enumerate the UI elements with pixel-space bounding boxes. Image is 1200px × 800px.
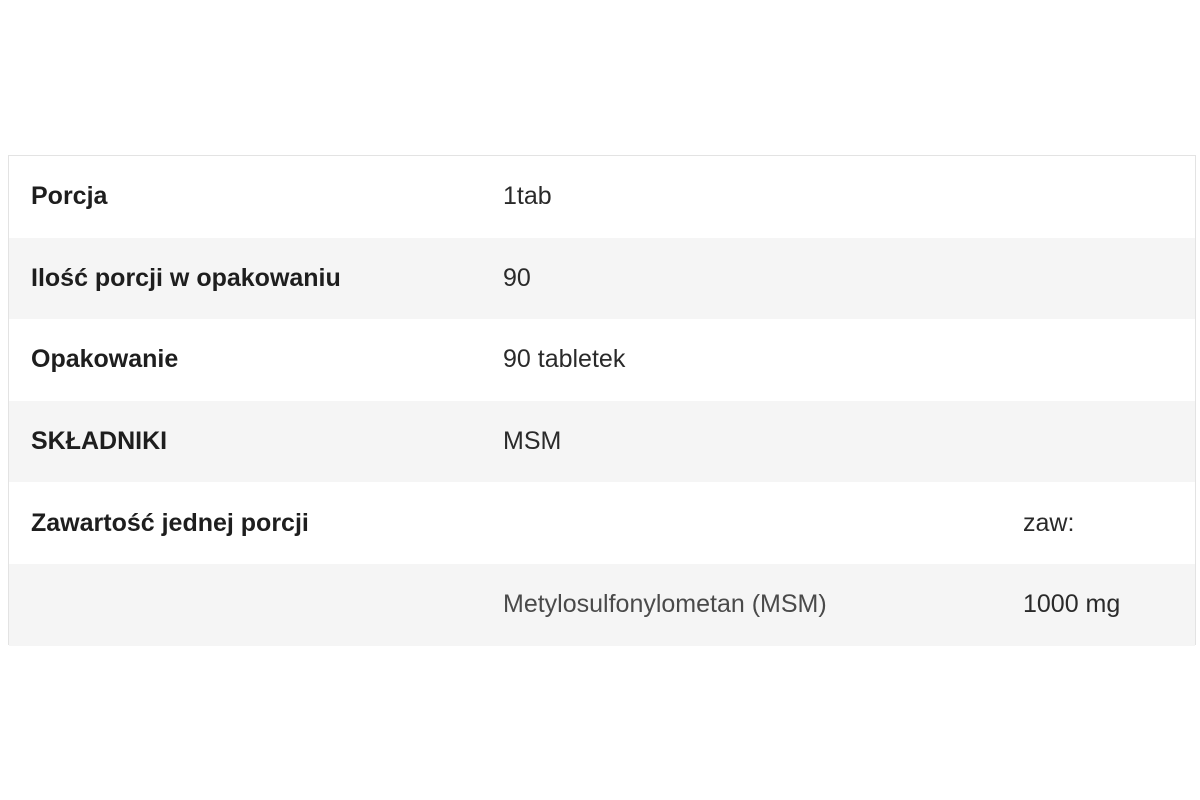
row-label: Porcja: [31, 182, 108, 211]
table-row-porcja: Porcja 1tab: [9, 156, 1195, 238]
row-label: Opakowanie: [31, 345, 179, 374]
table-row-skladniki: SKŁADNIKI MSM: [9, 400, 1195, 483]
row-value: MSM: [503, 427, 562, 456]
table-row-opakowanie: Opakowanie 90 tabletek: [9, 319, 1195, 401]
row-label: Zawartość jednej porcji: [31, 508, 309, 537]
row-value-extra: zaw:: [1023, 508, 1075, 537]
table-row-msm-amount: Metylosulfonylometan (MSM) 1000 mg: [9, 563, 1195, 646]
table-row-ilosc-porcji: Ilość porcji w opakowaniu 90: [9, 237, 1195, 320]
row-value: 1tab: [503, 182, 552, 211]
ingredient-amount: 1000 mg: [1023, 590, 1121, 619]
row-label: Ilość porcji w opakowaniu: [31, 263, 341, 292]
nutrition-info-table: Porcja 1tab Ilość porcji w opakowaniu 90…: [8, 155, 1196, 646]
row-value: 90: [503, 263, 531, 292]
ingredient-name: Metylosulfonylometan (MSM): [503, 590, 827, 619]
table-row-zawartosc: Zawartość jednej porcji zaw:: [9, 482, 1195, 564]
row-label: SKŁADNIKI: [31, 427, 168, 456]
row-value: 90 tabletek: [503, 345, 626, 374]
